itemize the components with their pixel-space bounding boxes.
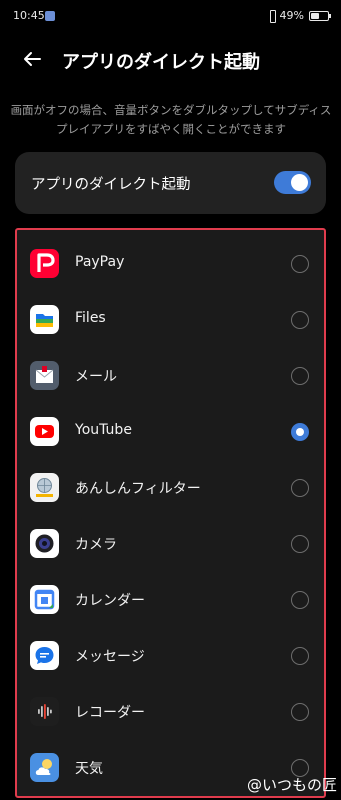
radio-button[interactable] <box>291 255 309 273</box>
list-item-calendar[interactable]: カレンダー <box>17 572 324 628</box>
watermark: @いつもの匠 <box>246 776 337 794</box>
app-label: YouTube <box>75 422 132 438</box>
battery-level <box>311 12 319 19</box>
status-time: 10:45 <box>13 9 45 22</box>
battery-percent: 49% <box>279 9 304 22</box>
list-item-mail[interactable]: メール <box>17 348 324 404</box>
radio-button[interactable] <box>291 479 309 497</box>
radio-button[interactable] <box>291 591 309 609</box>
youtube-icon <box>30 417 59 446</box>
list-item-files[interactable]: Files <box>17 292 324 348</box>
files-icon <box>30 305 59 334</box>
arrow-left-icon[interactable] <box>20 46 46 72</box>
radio-button[interactable] <box>291 367 309 385</box>
app-label: PayPay <box>75 254 125 270</box>
list-item-paypay[interactable]: PayPay <box>17 236 324 292</box>
status-indicators: 49% <box>267 9 331 23</box>
list-item-messages[interactable]: メッセージ <box>17 628 324 684</box>
mail-icon <box>30 361 59 390</box>
app-list: PayPay Files メール YouTube あんしんフィルター カメラ カ… <box>15 228 326 798</box>
radio-button[interactable] <box>291 647 309 665</box>
vibrate-icon <box>267 10 277 23</box>
switch-knob <box>291 174 308 191</box>
app-label: Files <box>75 310 106 326</box>
paypay-icon <box>30 249 59 278</box>
header: アプリのダイレクト起動 <box>0 40 341 80</box>
notification-app-icon <box>45 11 55 21</box>
radio-button[interactable] <box>291 703 309 721</box>
radio-button[interactable] <box>291 535 309 553</box>
app-label: メール <box>75 369 117 385</box>
list-item-youtube[interactable]: YouTube <box>17 404 324 460</box>
description-text: 画面がオフの場合、音量ボタンをダブルタップしてサブディスプレイアプリをすばやく開… <box>10 103 332 136</box>
list-item-recorder[interactable]: レコーダー <box>17 684 324 740</box>
weather-icon <box>30 753 59 782</box>
toggle-label: アプリのダイレクト起動 <box>31 177 191 193</box>
page-title: アプリのダイレクト起動 <box>62 52 260 73</box>
calendar-icon <box>30 585 59 614</box>
direct-launch-toggle-row[interactable]: アプリのダイレクト起動 <box>15 152 326 214</box>
messages-icon <box>30 641 59 670</box>
recorder-icon <box>30 697 59 726</box>
app-label: カレンダー <box>75 593 145 609</box>
app-label: 天気 <box>75 761 103 777</box>
list-item-filter[interactable]: あんしんフィルター <box>17 460 324 516</box>
camera-icon <box>30 529 59 558</box>
app-label: レコーダー <box>75 705 145 721</box>
app-label: あんしんフィルター <box>75 481 201 497</box>
direct-launch-switch[interactable] <box>274 171 311 194</box>
battery-icon <box>309 10 331 21</box>
filter-icon <box>30 473 59 502</box>
app-label: カメラ <box>75 537 117 553</box>
radio-button-selected[interactable] <box>291 423 309 441</box>
status-bar: 10:45 49% <box>0 0 341 30</box>
radio-button[interactable] <box>291 311 309 329</box>
app-label: メッセージ <box>75 649 145 665</box>
list-item-camera[interactable]: カメラ <box>17 516 324 572</box>
